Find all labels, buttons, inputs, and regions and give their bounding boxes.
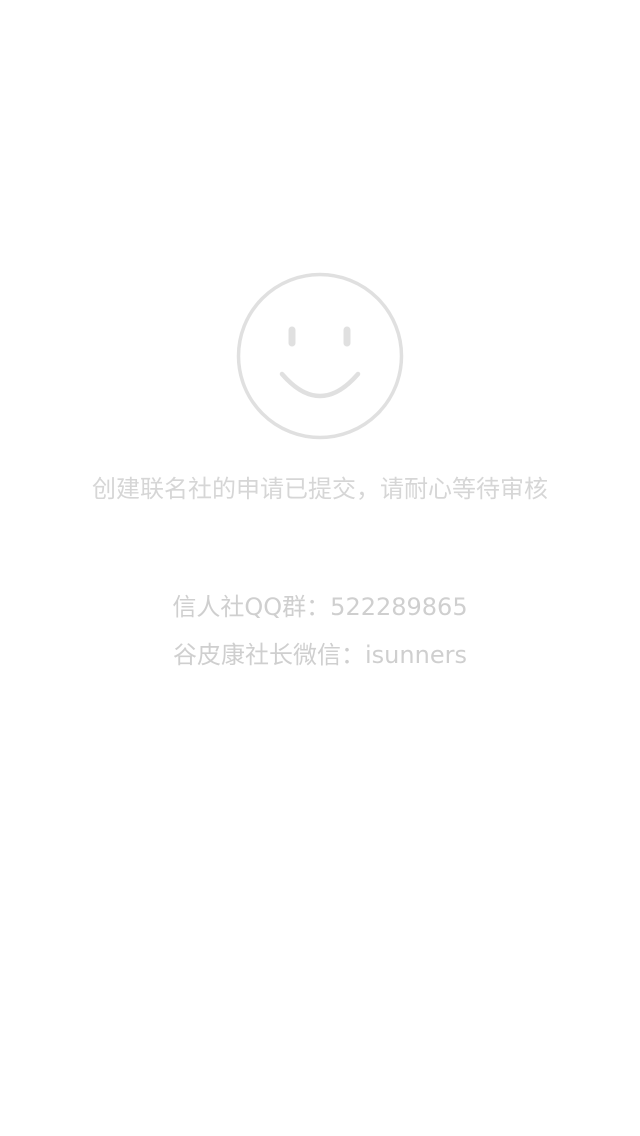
smiley-face-icon [236, 272, 404, 440]
wechat-contact-info: 谷皮康社长微信：isunners [173, 641, 467, 669]
application-submitted-message: 创建联名社的申请已提交，请耐心等待审核 [92, 475, 548, 503]
qq-group-info: 信人社QQ群：522289865 [172, 593, 468, 621]
